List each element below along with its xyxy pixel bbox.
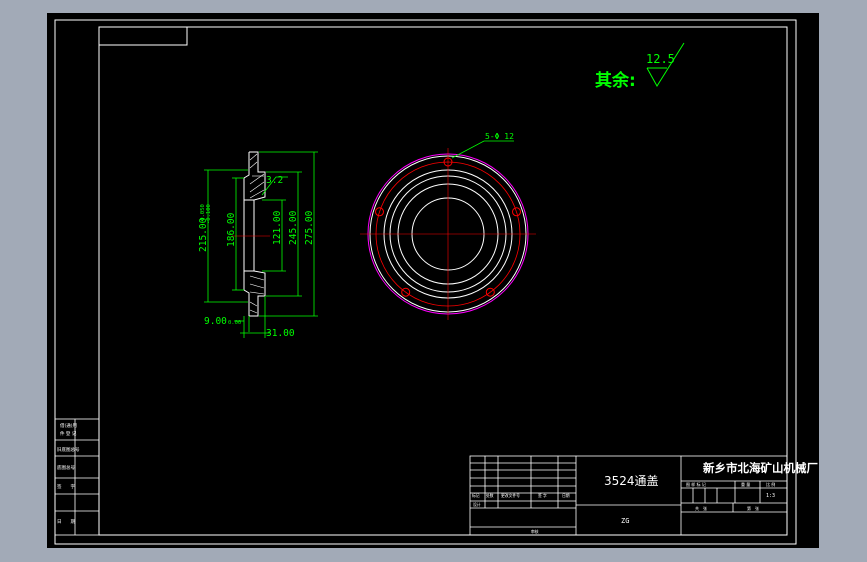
cad-viewport[interactable]: 借(通)用 件 登 记 旧底图总号 底图总号 签 字 日 期 其余: 12.5 xyxy=(0,0,867,562)
label-mark: 标记 xyxy=(472,493,480,498)
dim-thickness-small: 0.00 xyxy=(228,320,241,326)
label-sheet-no: 第 张 xyxy=(747,505,759,511)
dim-thickness-9: 9.00 xyxy=(204,316,227,327)
strip-row-5: 签 字 xyxy=(57,483,75,490)
strip-row-4: 底图总号 xyxy=(57,464,75,471)
label-scale: 比 例 xyxy=(766,481,775,487)
part-name: 3524通盖 xyxy=(604,474,659,488)
label-change-doc: 更改文件号 xyxy=(501,493,520,498)
strip-row-6: 日 期 xyxy=(57,519,75,525)
label-design: 设计 xyxy=(473,502,481,507)
label-sign: 签 字 xyxy=(538,493,547,498)
label-weight: 重 量 xyxy=(741,481,750,487)
dim-diameter-186: 186.00 xyxy=(226,212,237,247)
label-count: 处数 xyxy=(486,493,494,498)
hole-callout: 5-Φ 12 xyxy=(485,132,514,141)
strip-row-2: 件 登 记 xyxy=(60,430,77,437)
dim-diameter-121: 121.00 xyxy=(272,210,283,245)
label-date: 日期 xyxy=(562,493,570,498)
label-sheets: 共 张 xyxy=(695,505,707,511)
dim-tolerance-lower: -0.100 xyxy=(206,204,212,224)
dim-diameter-245: 245.00 xyxy=(288,210,299,245)
company-name: 新乡市北海矿山机械厂 xyxy=(703,461,818,475)
label-stage: 图 样 标 记 xyxy=(686,481,706,487)
scale-value: 1:3 xyxy=(766,493,775,499)
roughness-prefix: 其余: xyxy=(595,70,636,91)
dim-diameter-275: 275.00 xyxy=(304,210,315,245)
label-approve: 审核 xyxy=(531,529,539,534)
dim-chamfer: 3.2 xyxy=(266,175,283,186)
dim-width-31: 31.00 xyxy=(266,328,295,339)
material: ZG xyxy=(621,517,629,525)
strip-row-3: 旧底图总号 xyxy=(57,446,80,453)
strip-row-1: 借(通)用 xyxy=(60,422,77,429)
